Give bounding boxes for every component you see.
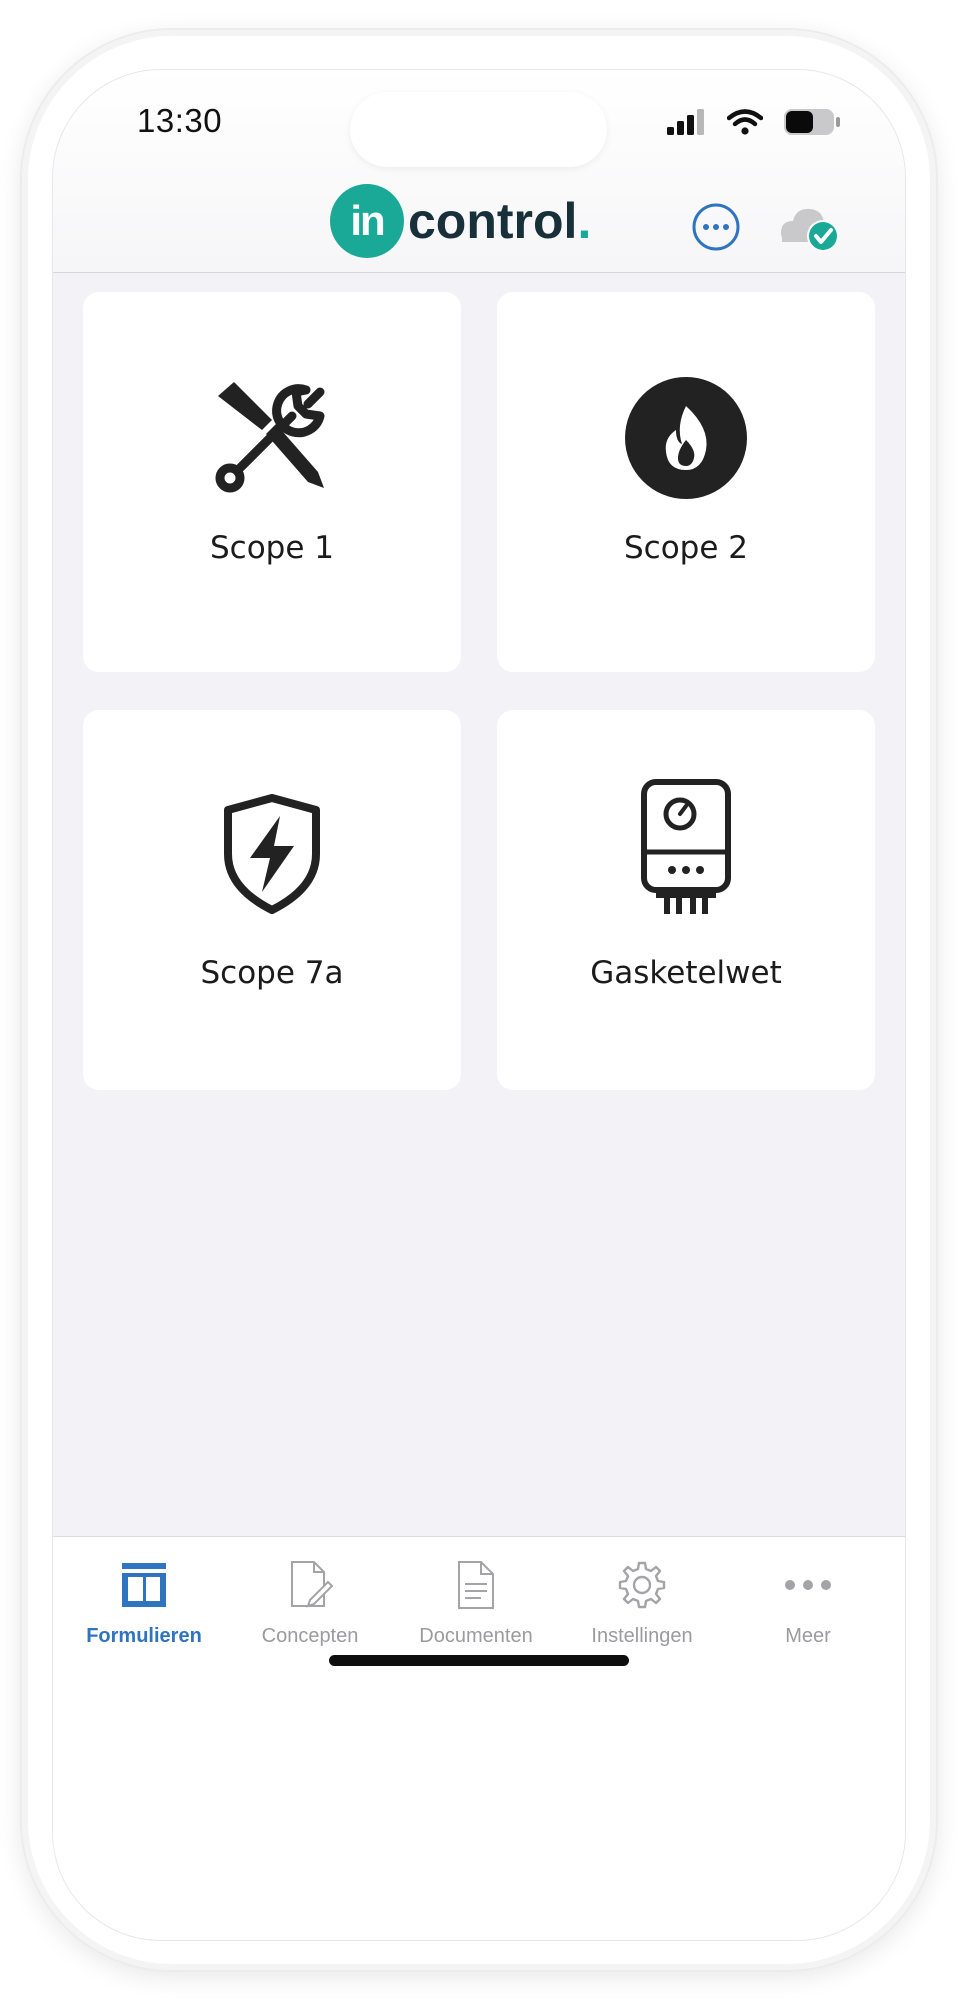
tab-label: Formulieren	[86, 1625, 202, 1647]
tab-formulieren[interactable]: Formulieren	[59, 1557, 229, 1648]
tab-label: Instellingen	[591, 1625, 693, 1647]
card-gasketelwet[interactable]: Gasketelwet	[497, 710, 875, 1090]
ellipsis-circle-icon	[692, 203, 740, 251]
flame-icon	[625, 377, 747, 499]
logo-dot: .	[577, 193, 592, 249]
shield-bolt-icon	[224, 794, 320, 914]
document-icon	[458, 1561, 494, 1609]
tab-label: Meer	[785, 1625, 831, 1647]
app-screen: 13:30 in control. Scope 1 Scope 2 Scope …	[53, 70, 905, 1940]
tab-label: Documenten	[419, 1625, 533, 1647]
logo-badge: in	[330, 184, 404, 258]
status-icons	[667, 108, 841, 136]
tab-documenten[interactable]: Documenten	[391, 1557, 561, 1648]
card-scope-1[interactable]: Scope 1	[83, 292, 461, 672]
card-label: Scope 7a	[200, 955, 344, 991]
card-label: Scope 1	[209, 530, 334, 566]
status-time: 13:30	[137, 102, 223, 139]
top-bar: 13:30 in control.	[53, 70, 905, 273]
more-icon	[785, 1580, 831, 1590]
tab-meer[interactable]: Meer	[723, 1557, 893, 1648]
app-logo: in control.	[330, 184, 591, 258]
sync-status-button[interactable]	[778, 202, 844, 258]
card-scope-7a[interactable]: Scope 7a	[83, 710, 461, 1090]
tab-concepten[interactable]: Concepten	[225, 1557, 395, 1648]
card-scope-2[interactable]: Scope 2	[497, 292, 875, 672]
wifi-icon	[727, 109, 763, 135]
signal-icon	[667, 109, 704, 135]
card-label: Gasketelwet	[590, 955, 782, 991]
more-options-button[interactable]	[691, 202, 741, 256]
cloud-synced-icon	[780, 208, 839, 252]
tab-label: Concepten	[261, 1625, 359, 1647]
home-indicator	[329, 1655, 629, 1666]
card-label: Scope 2	[623, 530, 748, 566]
tools-icon	[215, 382, 325, 493]
gear-icon	[618, 1561, 666, 1609]
forms-icon	[122, 1563, 166, 1607]
tab-bar: Formulieren Concepten Documenten Instell…	[53, 1536, 905, 1940]
logo-word-text: control	[408, 193, 578, 249]
dynamic-island	[350, 92, 607, 167]
boiler-icon	[641, 779, 731, 914]
battery-icon	[784, 109, 840, 135]
logo-wordmark: control.	[408, 192, 591, 250]
draft-icon	[291, 1561, 334, 1608]
tab-instellingen[interactable]: Instellingen	[557, 1557, 727, 1648]
